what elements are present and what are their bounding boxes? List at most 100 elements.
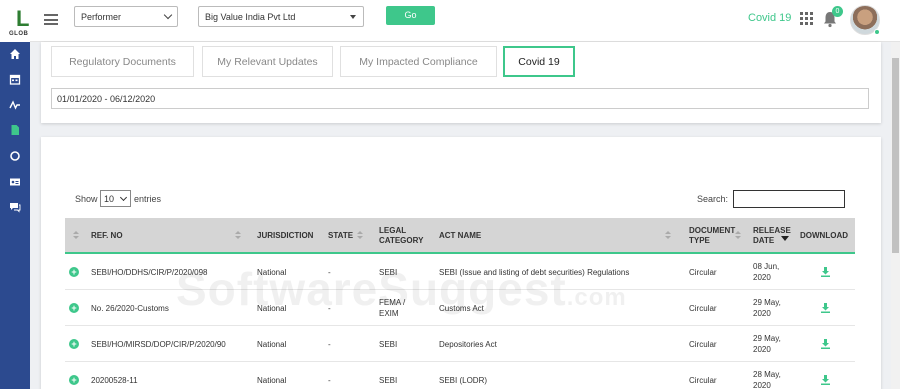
watermark-suffix: .com <box>566 284 627 311</box>
tab-my-relevant-updates[interactable]: My Relevant Updates <box>202 46 333 77</box>
sort-icon <box>235 231 241 241</box>
expand-row-button[interactable]: + <box>69 267 79 277</box>
table-row: + SEBI/HO/MIRSD/DOP/CIR/P/2020/90 Nation… <box>65 326 855 362</box>
calendar-icon[interactable] <box>8 72 22 86</box>
cell-document-type: Circular <box>689 339 717 349</box>
expand-row-button[interactable]: + <box>69 303 79 313</box>
col-state[interactable]: STATE <box>328 218 364 254</box>
cell-release-date: 08 Jun, 2020 <box>753 254 779 290</box>
col-legal-category[interactable]: LEGAL CATEGORY <box>379 218 423 254</box>
sort-icon <box>73 231 79 241</box>
cell-ref-no: SEBI/HO/MIRSD/DOP/CIR/P/2020/90 <box>91 339 226 349</box>
logo-subtext: GLOB <box>9 31 29 37</box>
cell-release-date: 29 May, 2020 <box>753 326 781 362</box>
cell-act-name: SEBI (LODR) <box>439 375 488 385</box>
sort-desc-icon <box>781 234 789 244</box>
entries-label: entries <box>134 194 162 204</box>
apps-grid-icon[interactable] <box>800 12 813 25</box>
cell-release-date-line1: 28 May, <box>753 370 781 379</box>
cell-legal-category: SEBI <box>379 326 397 362</box>
entries-select-value: 10 <box>104 194 115 204</box>
cell-document-type: Circular <box>689 375 717 385</box>
tab-my-impacted-compliance[interactable]: My Impacted Compliance <box>340 46 497 77</box>
entries-select[interactable]: 10 <box>100 190 131 207</box>
download-icon[interactable] <box>821 254 830 290</box>
chevron-down-icon <box>119 193 128 202</box>
sort-icon <box>357 231 364 241</box>
topbar: Performer Big Value India Pvt Ltd Go Cov… <box>30 0 900 42</box>
tab-covid-19[interactable]: Covid 19 <box>503 46 575 77</box>
logo-letter: L <box>16 6 30 31</box>
cell-document-type: Circular <box>689 303 717 313</box>
expand-column-sort[interactable] <box>69 218 79 254</box>
role-select[interactable]: Performer <box>74 6 178 27</box>
covid-link[interactable]: Covid 19 <box>748 12 791 24</box>
notification-badge: 0 <box>832 6 843 17</box>
cell-release-date-line2: 2020 <box>753 381 771 389</box>
col-release-date[interactable]: RELEASE DATE <box>753 218 791 254</box>
logo[interactable]: L GLOB <box>0 0 30 42</box>
cell-release-date-line2: 2020 <box>753 309 771 318</box>
cell-release-date-line2: 2020 <box>753 345 771 354</box>
entity-select-value: Big Value India Pvt Ltd <box>205 12 296 22</box>
cell-release-date-line1: 29 May, <box>753 334 781 343</box>
search-label: Search: <box>697 194 729 204</box>
col-state-label: STATE <box>328 231 354 240</box>
search-input[interactable] <box>733 190 845 208</box>
id-card-icon[interactable] <box>8 175 22 189</box>
cell-release-date: 29 May, 2020 <box>753 290 781 326</box>
cell-release-date-line1: 08 Jun, <box>753 262 780 271</box>
col-legal-category-line1: LEGAL <box>379 226 407 235</box>
col-release-date-line2: DATE <box>753 236 775 245</box>
sidebar: L GLOB <box>0 0 30 389</box>
cell-jurisdiction: National <box>257 339 287 349</box>
date-range-input[interactable]: 01/01/2020 - 06/12/2020 <box>51 88 869 109</box>
entity-select[interactable]: Big Value India Pvt Ltd <box>198 6 364 27</box>
col-document-type-line2: TYPE <box>689 236 710 245</box>
role-select-value: Performer <box>81 12 122 22</box>
col-document-type-line1: DOCUMENT <box>689 226 736 235</box>
download-icon[interactable] <box>821 362 830 389</box>
chat-icon[interactable] <box>8 200 22 214</box>
show-label: Show <box>75 194 98 204</box>
cell-jurisdiction: National <box>257 375 287 385</box>
cell-ref-no: 20200528-11 <box>91 375 138 385</box>
cell-release-date-line2: 2020 <box>753 273 771 282</box>
tab-regulatory-documents[interactable]: Regulatory Documents <box>51 46 194 77</box>
col-act-name[interactable]: ACT NAME <box>439 218 671 254</box>
watermark-text: SoftwareSuggest <box>176 263 567 315</box>
cell-act-name: Depositories Act <box>439 339 497 349</box>
col-legal-category-line2: CATEGORY <box>379 236 424 245</box>
online-status-dot <box>874 29 880 35</box>
scrollbar-thumb[interactable] <box>892 58 899 253</box>
sort-icon <box>665 231 671 241</box>
activity-icon[interactable] <box>8 98 22 112</box>
home-icon[interactable] <box>8 47 22 61</box>
cell-document-type: Circular <box>689 267 717 277</box>
menu-icon[interactable] <box>44 14 58 25</box>
cell-release-date: 28 May, 2020 <box>753 362 781 389</box>
circle-icon[interactable] <box>8 149 22 163</box>
cell-legal-category-line1: SEBI <box>379 339 398 349</box>
col-document-type[interactable]: DOCUMENT TYPE <box>689 218 741 254</box>
page-scrollbar[interactable] <box>891 42 900 389</box>
table-row: + 20200528-11 National - SEBI SEBI (LODR… <box>65 362 855 389</box>
expand-row-button[interactable]: + <box>69 375 79 385</box>
cell-release-date-line1: 29 May, <box>753 298 781 307</box>
caret-down-icon <box>350 15 356 19</box>
document-icon[interactable] <box>8 123 22 137</box>
cell-state: - <box>328 375 331 385</box>
table-header: REF. NO JURISDICTION STATE LEGAL CATEGOR… <box>65 218 855 254</box>
col-jurisdiction[interactable]: JURISDICTION <box>257 218 313 254</box>
col-download[interactable]: DOWNLOAD <box>800 218 848 254</box>
col-ref-no[interactable]: REF. NO <box>91 218 241 254</box>
cell-legal-category-line1: SEBI <box>379 375 398 385</box>
col-ref-no-label: REF. NO <box>91 231 123 240</box>
download-icon[interactable] <box>821 290 830 326</box>
cell-state: - <box>328 339 331 349</box>
download-icon[interactable] <box>821 326 830 362</box>
go-button[interactable]: Go <box>386 6 435 25</box>
expand-row-button[interactable]: + <box>69 339 79 349</box>
chevron-down-icon <box>163 10 173 20</box>
col-act-name-label: ACT NAME <box>439 231 482 240</box>
